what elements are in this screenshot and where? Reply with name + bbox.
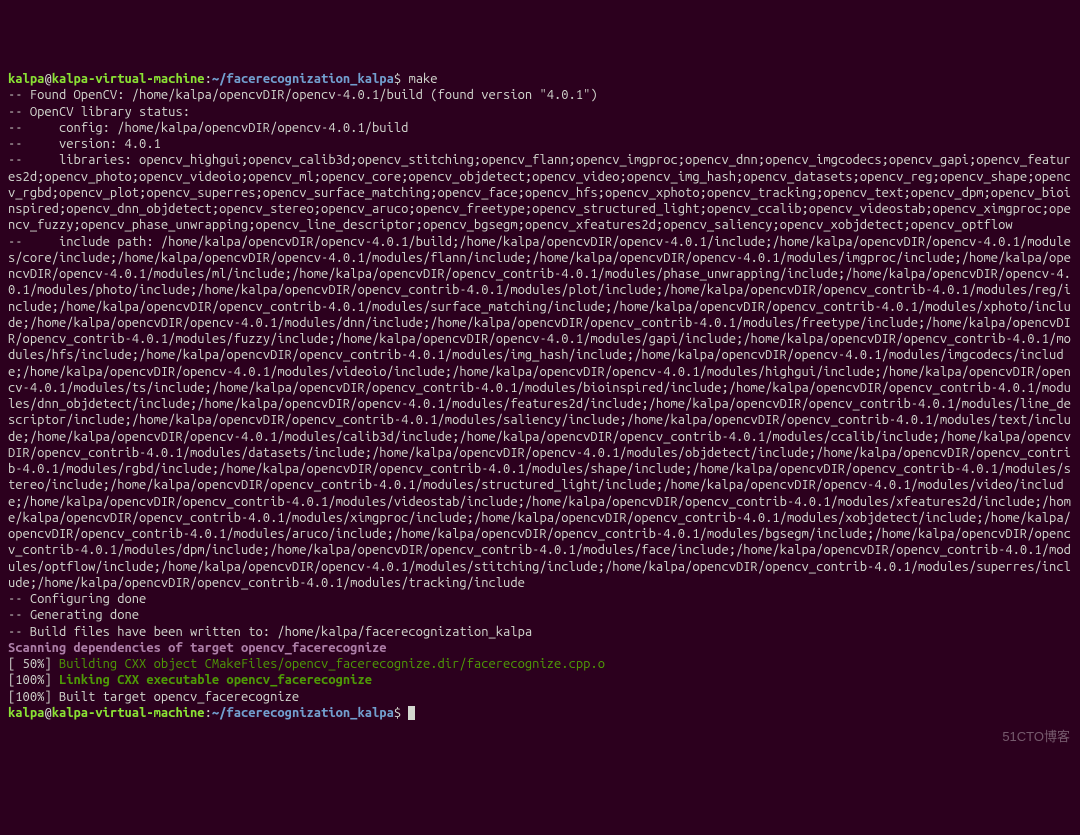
progress-text: Building CXX object CMakeFiles/opencv_fa…: [59, 657, 605, 671]
prompt-symbol: $: [394, 706, 401, 720]
prompt-user: kalpa: [8, 72, 44, 86]
progress-100-built: [100%] Built target opencv_facerecognize: [8, 690, 299, 704]
progress-100-link: [100%] Linking CXX executable opencv_fac…: [8, 673, 372, 687]
command-text: make: [408, 72, 437, 86]
prompt-line-1: kalpa@kalpa-virtual-machine:~/facerecogn…: [8, 72, 438, 86]
prompt-path: ~/facerecognization_kalpa: [212, 72, 394, 86]
progress-50: [ 50%] Building CXX object CMakeFiles/op…: [8, 657, 605, 671]
output-line: -- Build files have been written to: /ho…: [8, 625, 532, 639]
prompt-path: ~/facerecognization_kalpa: [212, 706, 394, 720]
output-line: -- Found OpenCV: /home/kalpa/opencvDIR/o…: [8, 88, 598, 102]
progress-percent: [ 50%]: [8, 657, 59, 671]
output-line: -- Configuring done: [8, 592, 146, 606]
colon: :: [205, 72, 212, 86]
output-line: -- OpenCV library status:: [8, 105, 190, 119]
terminal[interactable]: kalpa@kalpa-virtual-machine:~/facerecogn…: [8, 71, 1072, 721]
progress-percent: [100%]: [8, 673, 59, 687]
prompt-user: kalpa: [8, 706, 44, 720]
prompt-line-2[interactable]: kalpa@kalpa-virtual-machine:~/facerecogn…: [8, 706, 415, 720]
prompt-symbol: $: [394, 72, 401, 86]
colon: :: [205, 706, 212, 720]
progress-text: Linking CXX executable opencv_facerecogn…: [59, 673, 372, 687]
prompt-host: kalpa-virtual-machine: [52, 72, 205, 86]
output-line: -- config: /home/kalpa/opencvDIR/opencv-…: [8, 121, 408, 135]
cursor-icon: [408, 706, 415, 720]
at-sign: @: [44, 706, 51, 720]
output-line-libraries: -- libraries: opencv_highgui;opencv_cali…: [8, 153, 1071, 232]
at-sign: @: [44, 72, 51, 86]
output-line-include-path: -- include path: /home/kalpa/opencvDIR/o…: [8, 235, 1071, 590]
output-line: -- Generating done: [8, 608, 139, 622]
output-line: -- version: 4.0.1: [8, 137, 161, 151]
scanning-line: Scanning dependencies of target opencv_f…: [8, 641, 387, 655]
prompt-host: kalpa-virtual-machine: [52, 706, 205, 720]
watermark: 51CTO博客: [1002, 729, 1070, 745]
